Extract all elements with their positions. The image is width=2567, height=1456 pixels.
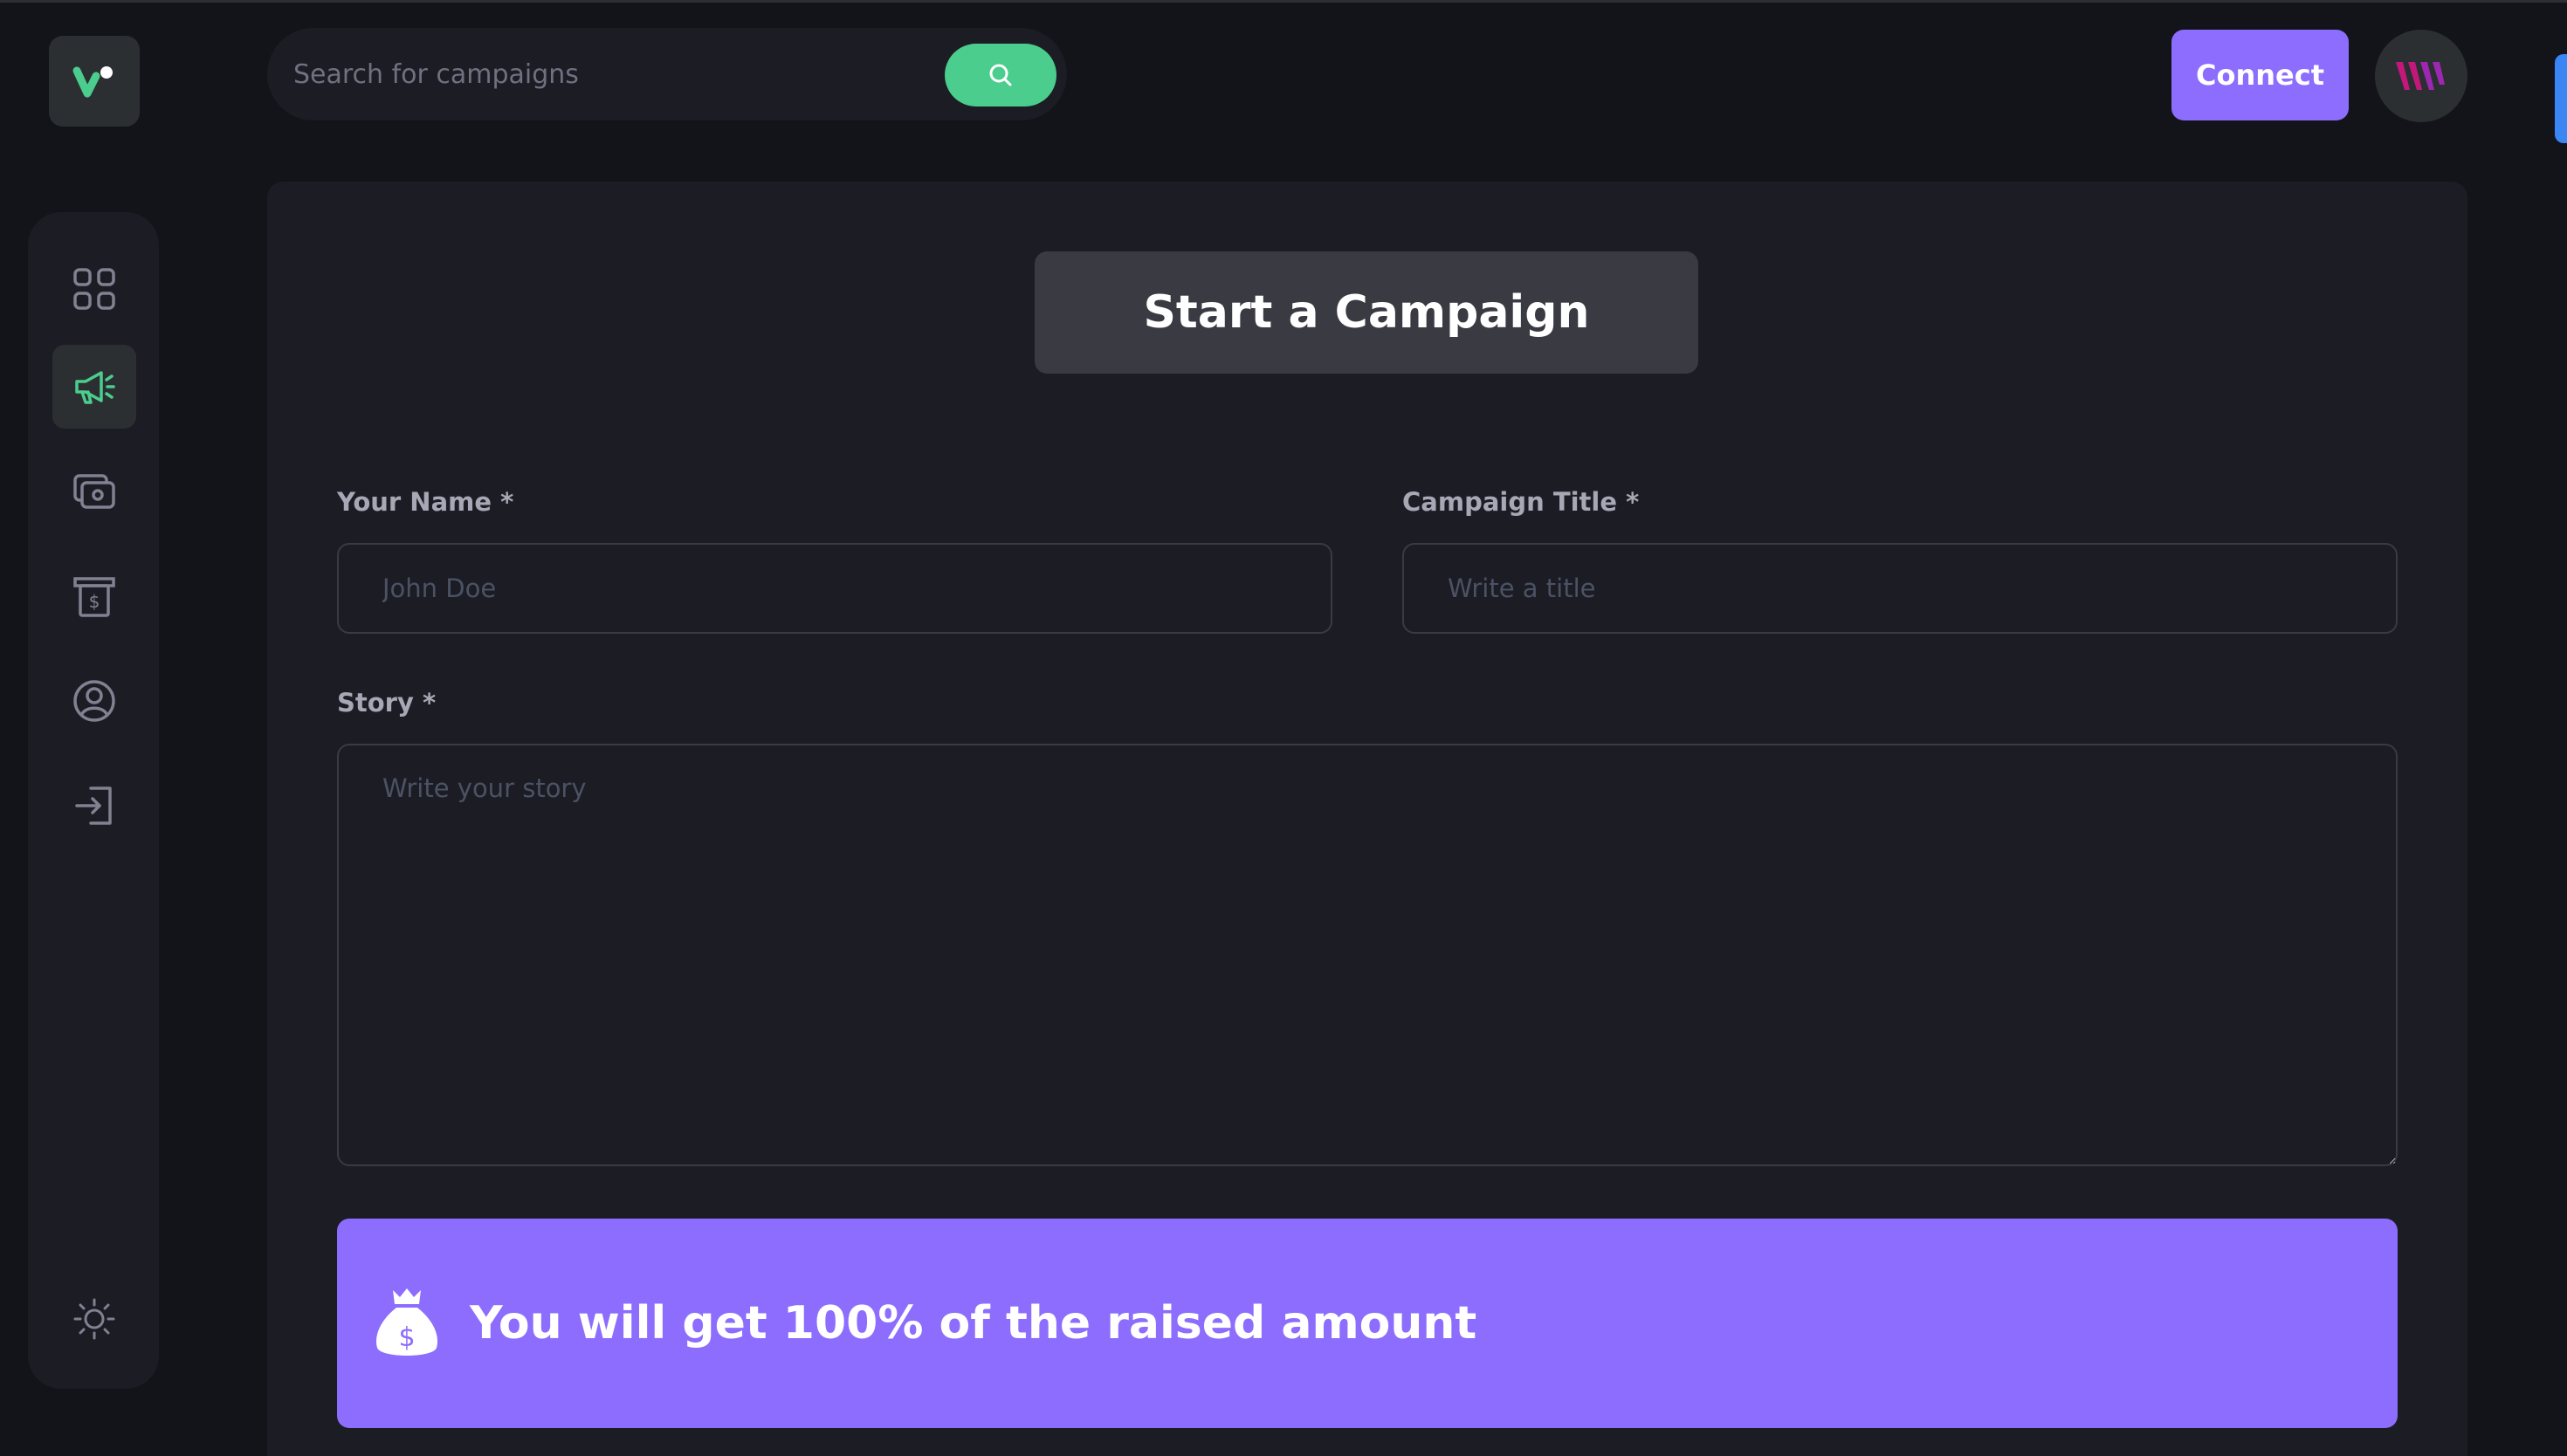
campaign-title-label: Campaign Title * [1402, 487, 1640, 517]
sidebar-item-dashboard[interactable] [52, 247, 136, 331]
name-input[interactable] [337, 543, 1332, 634]
avatar[interactable] [2375, 30, 2467, 122]
wallet-logo-icon [2396, 62, 2445, 90]
svg-text:$: $ [398, 1322, 415, 1353]
megaphone-icon [75, 371, 115, 404]
logo-mark-icon [72, 66, 113, 98]
sidebar-item-withdraw[interactable]: $ [52, 554, 136, 638]
search-button[interactable] [945, 44, 1056, 106]
page-title: Start a Campaign [1035, 251, 1698, 374]
banner-text: You will get 100% of the raised amount [470, 1297, 1477, 1350]
search-input[interactable] [293, 28, 922, 120]
sun-icon [73, 1298, 115, 1340]
story-label: Story * [337, 688, 437, 718]
theme-toggle[interactable] [52, 1277, 136, 1361]
sidebar: $ [28, 212, 159, 1389]
logout-icon [75, 786, 112, 825]
svg-text:$: $ [89, 591, 100, 612]
window-top-border [0, 0, 2567, 3]
story-textarea[interactable] [337, 744, 2398, 1166]
money-bag-icon: $ [375, 1288, 438, 1356]
grid-icon [73, 268, 115, 310]
sidebar-item-profile[interactable] [52, 659, 136, 743]
info-banner: $ You will get 100% of the raised amount [337, 1219, 2398, 1428]
name-label: Your Name * [337, 487, 514, 517]
create-campaign-card: Start a Campaign Your Name * Campaign Ti… [267, 182, 2467, 1456]
connect-button[interactable]: Connect [2171, 30, 2349, 120]
sidebar-item-logout[interactable] [52, 764, 136, 848]
sidebar-item-payment[interactable] [52, 450, 136, 533]
search-icon [989, 64, 1012, 86]
search-bar [267, 28, 1067, 120]
profile-icon [73, 680, 115, 722]
withdraw-icon: $ [73, 577, 115, 617]
sidebar-item-campaign[interactable] [52, 345, 136, 429]
edge-tab[interactable] [2555, 54, 2567, 143]
payment-icon [73, 474, 115, 509]
campaign-title-input[interactable] [1402, 543, 2398, 634]
app-logo[interactable] [49, 36, 140, 127]
